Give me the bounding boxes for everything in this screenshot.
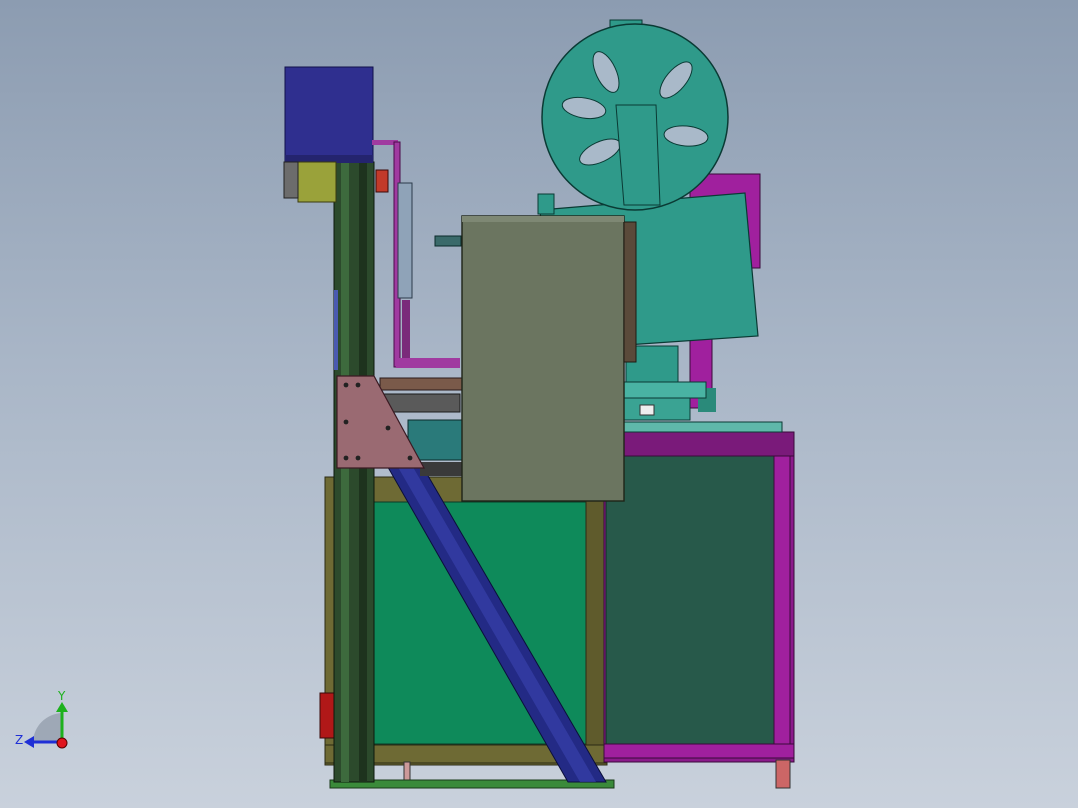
z-axis-label: Z [15,733,23,747]
cad-viewport[interactable]: Y Z [0,0,1078,808]
assembly-model[interactable]: Y Z [0,0,1078,808]
green-panel-right [605,455,775,745]
x-axis-dot [56,737,68,749]
axis-triad: Y Z [15,689,68,749]
vertical-column [333,161,375,783]
cover-panel [461,215,637,502]
reel-wheel [541,19,729,211]
y-axis-label: Y [57,689,66,703]
